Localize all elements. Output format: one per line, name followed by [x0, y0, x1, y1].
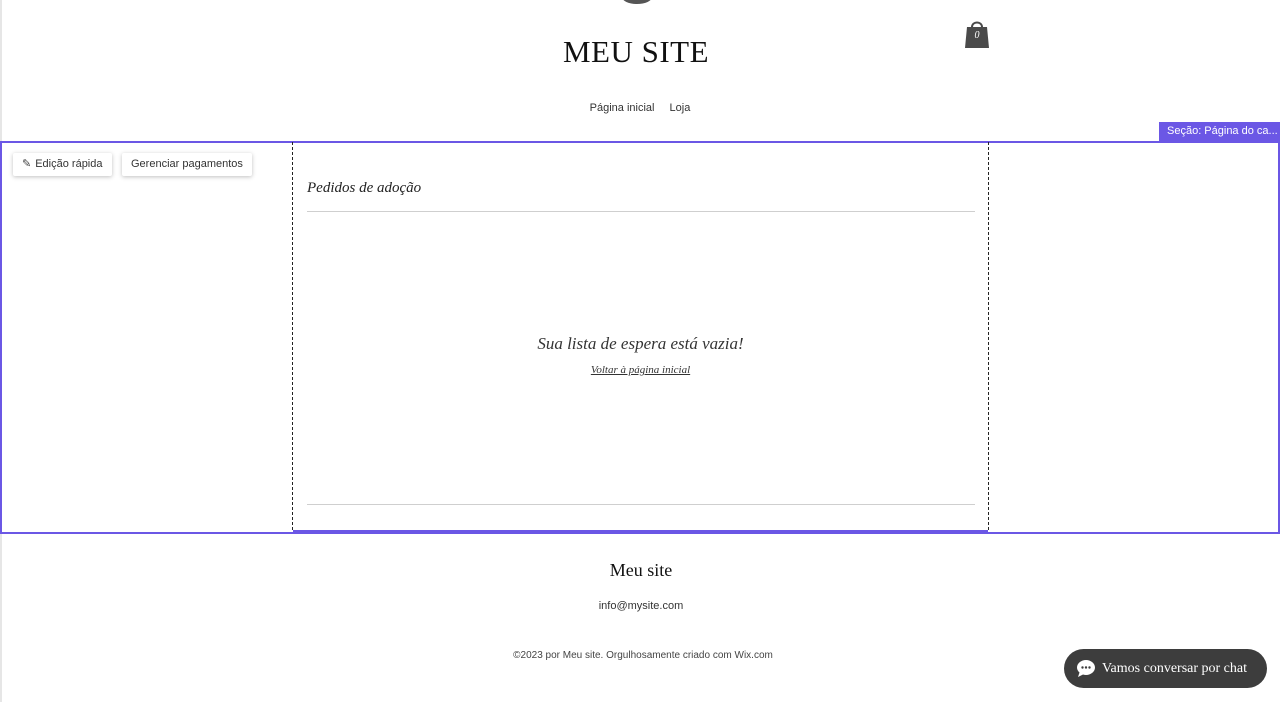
container-top-border [293, 141, 988, 143]
page-heading: Pedidos de adoção [307, 180, 422, 196]
waitlist-container: Pedidos de adoção Sua lista de espera es… [292, 141, 989, 532]
pencil-icon: ✎ [22, 158, 32, 170]
manage-payments-label: Gerenciar pagamentos [131, 158, 243, 170]
quick-edit-button[interactable]: ✎ Edição rápida [13, 153, 112, 176]
quick-edit-label: Edição rápida [35, 158, 103, 170]
back-home-link[interactable]: Voltar à página inicial [591, 364, 690, 376]
cart-count: 0 [974, 30, 980, 41]
nav-item-shop[interactable]: Loja [670, 102, 691, 114]
empty-waitlist-message: Sua lista de espera está vazia! [537, 334, 744, 353]
logo-fragment [622, 0, 652, 4]
manage-payments-button[interactable]: Gerenciar pagamentos [122, 153, 252, 176]
bottom-divider [307, 504, 975, 505]
footer-email[interactable]: info@mysite.com [0, 600, 1280, 612]
top-divider [307, 211, 975, 212]
cart-button[interactable]: 0 [964, 18, 990, 50]
container-bottom-border [293, 530, 988, 532]
site-title[interactable]: MEU SITE [0, 34, 1272, 70]
section-tag[interactable]: Seção: Página do ca... [1159, 122, 1280, 141]
main-nav: Página inicial Loja [0, 102, 1280, 114]
nav-item-home[interactable]: Página inicial [590, 102, 655, 114]
chat-button[interactable]: Vamos conversar por chat [1064, 649, 1267, 688]
footer-title: Meu site [609, 560, 673, 580]
chat-label: Vamos conversar por chat [1102, 661, 1248, 676]
back-home-link-wrapper: Voltar à página inicial [293, 364, 988, 376]
chat-bubble-icon [1077, 660, 1095, 677]
